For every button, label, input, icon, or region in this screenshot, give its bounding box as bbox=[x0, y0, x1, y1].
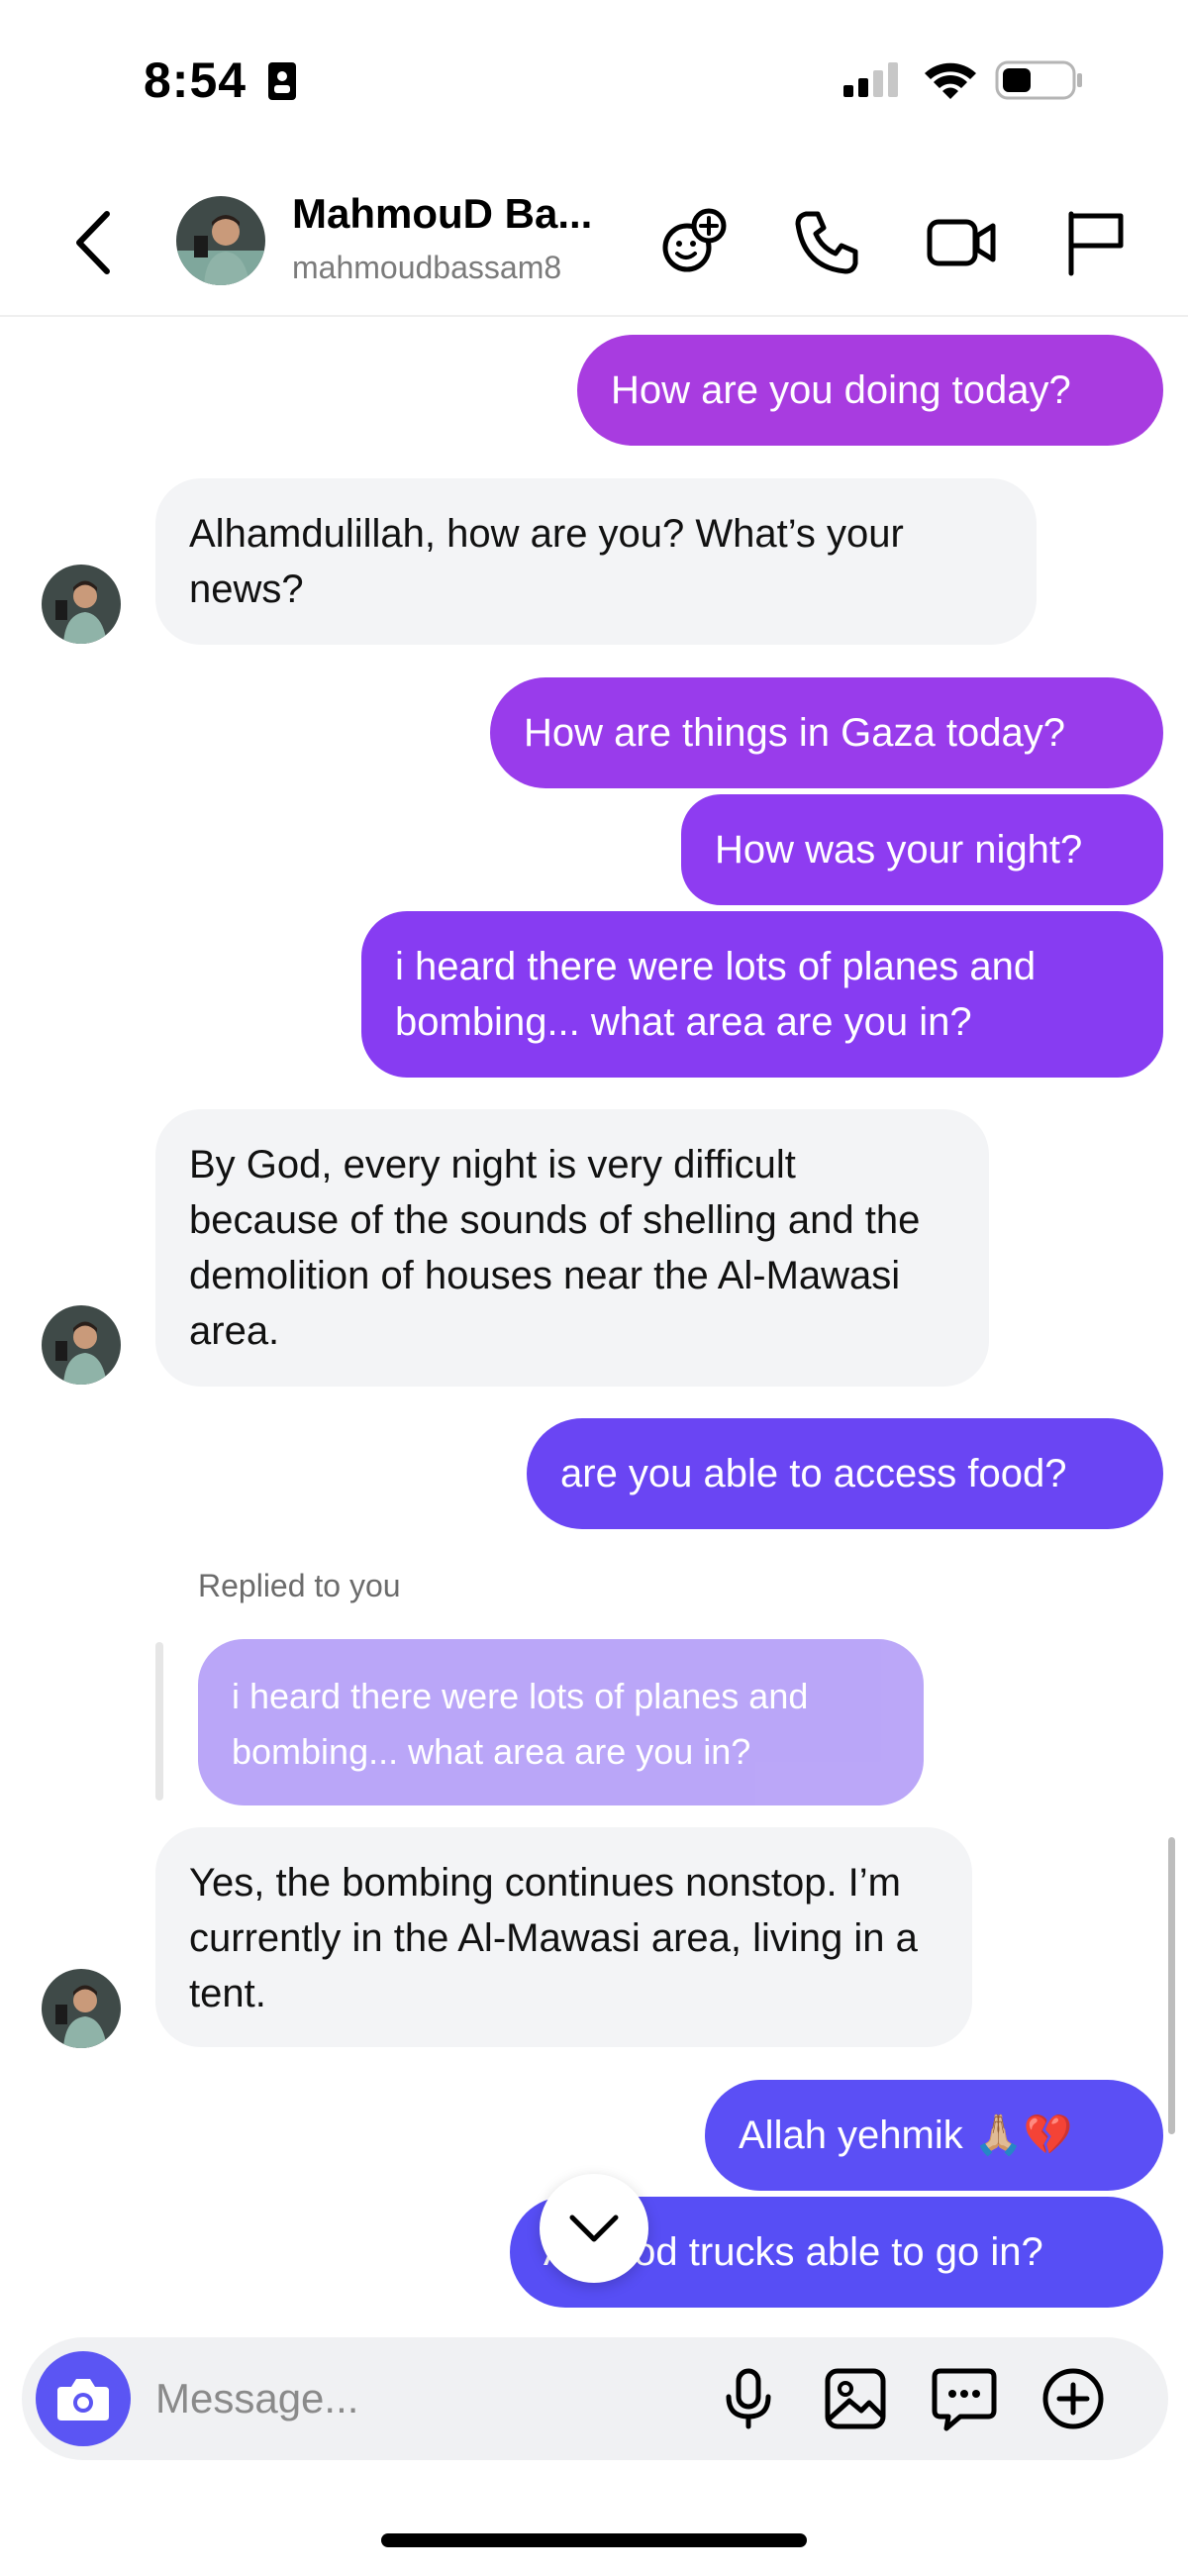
message-input[interactable] bbox=[155, 2367, 710, 2430]
message-text: How are things in Gaza today? bbox=[524, 711, 1065, 755]
flag-icon[interactable] bbox=[1059, 206, 1131, 277]
camera-button[interactable] bbox=[36, 2351, 131, 2446]
outgoing-message[interactable]: i heard there were lots of planes and bo… bbox=[361, 911, 1163, 1078]
reply-label: Replied to you bbox=[198, 1568, 401, 1603]
outgoing-message[interactable]: How are you doing today? bbox=[577, 335, 1163, 446]
microphone-icon[interactable] bbox=[715, 2365, 782, 2432]
outgoing-message[interactable]: How was your night? bbox=[681, 794, 1163, 905]
status-bar: 8:54 bbox=[0, 0, 1188, 158]
scroll-to-bottom-button[interactable] bbox=[540, 2174, 648, 2283]
camera-icon bbox=[57, 2379, 109, 2421]
message-text: By God, every night is very difficult be… bbox=[189, 1143, 921, 1353]
message-text: How was your night? bbox=[715, 828, 1083, 872]
chat-header: MahmouD Ba... mahmoudbassam8 bbox=[0, 158, 1188, 317]
incoming-message[interactable]: By God, every night is very difficult be… bbox=[155, 1109, 989, 1387]
reply-divider bbox=[155, 1642, 163, 1801]
quoted-text: i heard there were lots of planes and bo… bbox=[232, 1676, 809, 1772]
contact-name[interactable]: MahmouD Ba... bbox=[292, 190, 592, 238]
incoming-message[interactable]: Yes, the bombing continues nonstop. I’m … bbox=[155, 1827, 972, 2047]
quoted-message[interactable]: i heard there were lots of planes and bo… bbox=[198, 1639, 924, 1805]
message-text: are you able to access food? bbox=[560, 1452, 1067, 1495]
back-chevron-icon[interactable] bbox=[69, 208, 119, 277]
avatar[interactable] bbox=[42, 1969, 121, 2048]
phone-icon[interactable] bbox=[792, 206, 863, 277]
avatar[interactable] bbox=[42, 1305, 121, 1385]
video-icon[interactable] bbox=[926, 206, 997, 277]
outgoing-message[interactable]: How are things in Gaza today? bbox=[490, 677, 1163, 788]
contact-handle[interactable]: mahmoudbassam8 bbox=[292, 250, 561, 286]
message-composer bbox=[22, 2337, 1168, 2460]
wifi-icon bbox=[925, 62, 976, 99]
gallery-icon[interactable] bbox=[822, 2365, 889, 2432]
chevron-down-icon bbox=[569, 2215, 619, 2242]
status-time: 8:54 bbox=[144, 52, 248, 108]
message-text: Alhamdulillah, how are you? What’s your … bbox=[189, 512, 904, 611]
message-text: Yes, the bombing continues nonstop. I’m … bbox=[189, 1861, 918, 2015]
outgoing-message[interactable]: are you able to access food? bbox=[527, 1418, 1163, 1529]
outgoing-message[interactable]: Allah yehmik 🙏🏼💔 bbox=[705, 2080, 1163, 2191]
incoming-message[interactable]: Alhamdulillah, how are you? What’s your … bbox=[155, 478, 1037, 645]
message-text: Allah yehmik 🙏🏼💔 bbox=[739, 2113, 1073, 2157]
add-circle-icon[interactable] bbox=[1040, 2365, 1107, 2432]
message-text: How are you doing today? bbox=[611, 368, 1071, 412]
avatar[interactable] bbox=[176, 196, 265, 285]
sticker-chat-icon[interactable] bbox=[931, 2365, 998, 2432]
home-indicator[interactable] bbox=[381, 2533, 807, 2547]
scrollbar[interactable] bbox=[1168, 1837, 1175, 2134]
avatar[interactable] bbox=[42, 565, 121, 644]
id-card-icon bbox=[268, 62, 296, 100]
battery-icon bbox=[995, 60, 1082, 100]
cellular-signal-icon bbox=[843, 62, 898, 97]
add-effects-icon[interactable] bbox=[659, 206, 731, 277]
message-text: i heard there were lots of planes and bo… bbox=[395, 945, 1037, 1044]
